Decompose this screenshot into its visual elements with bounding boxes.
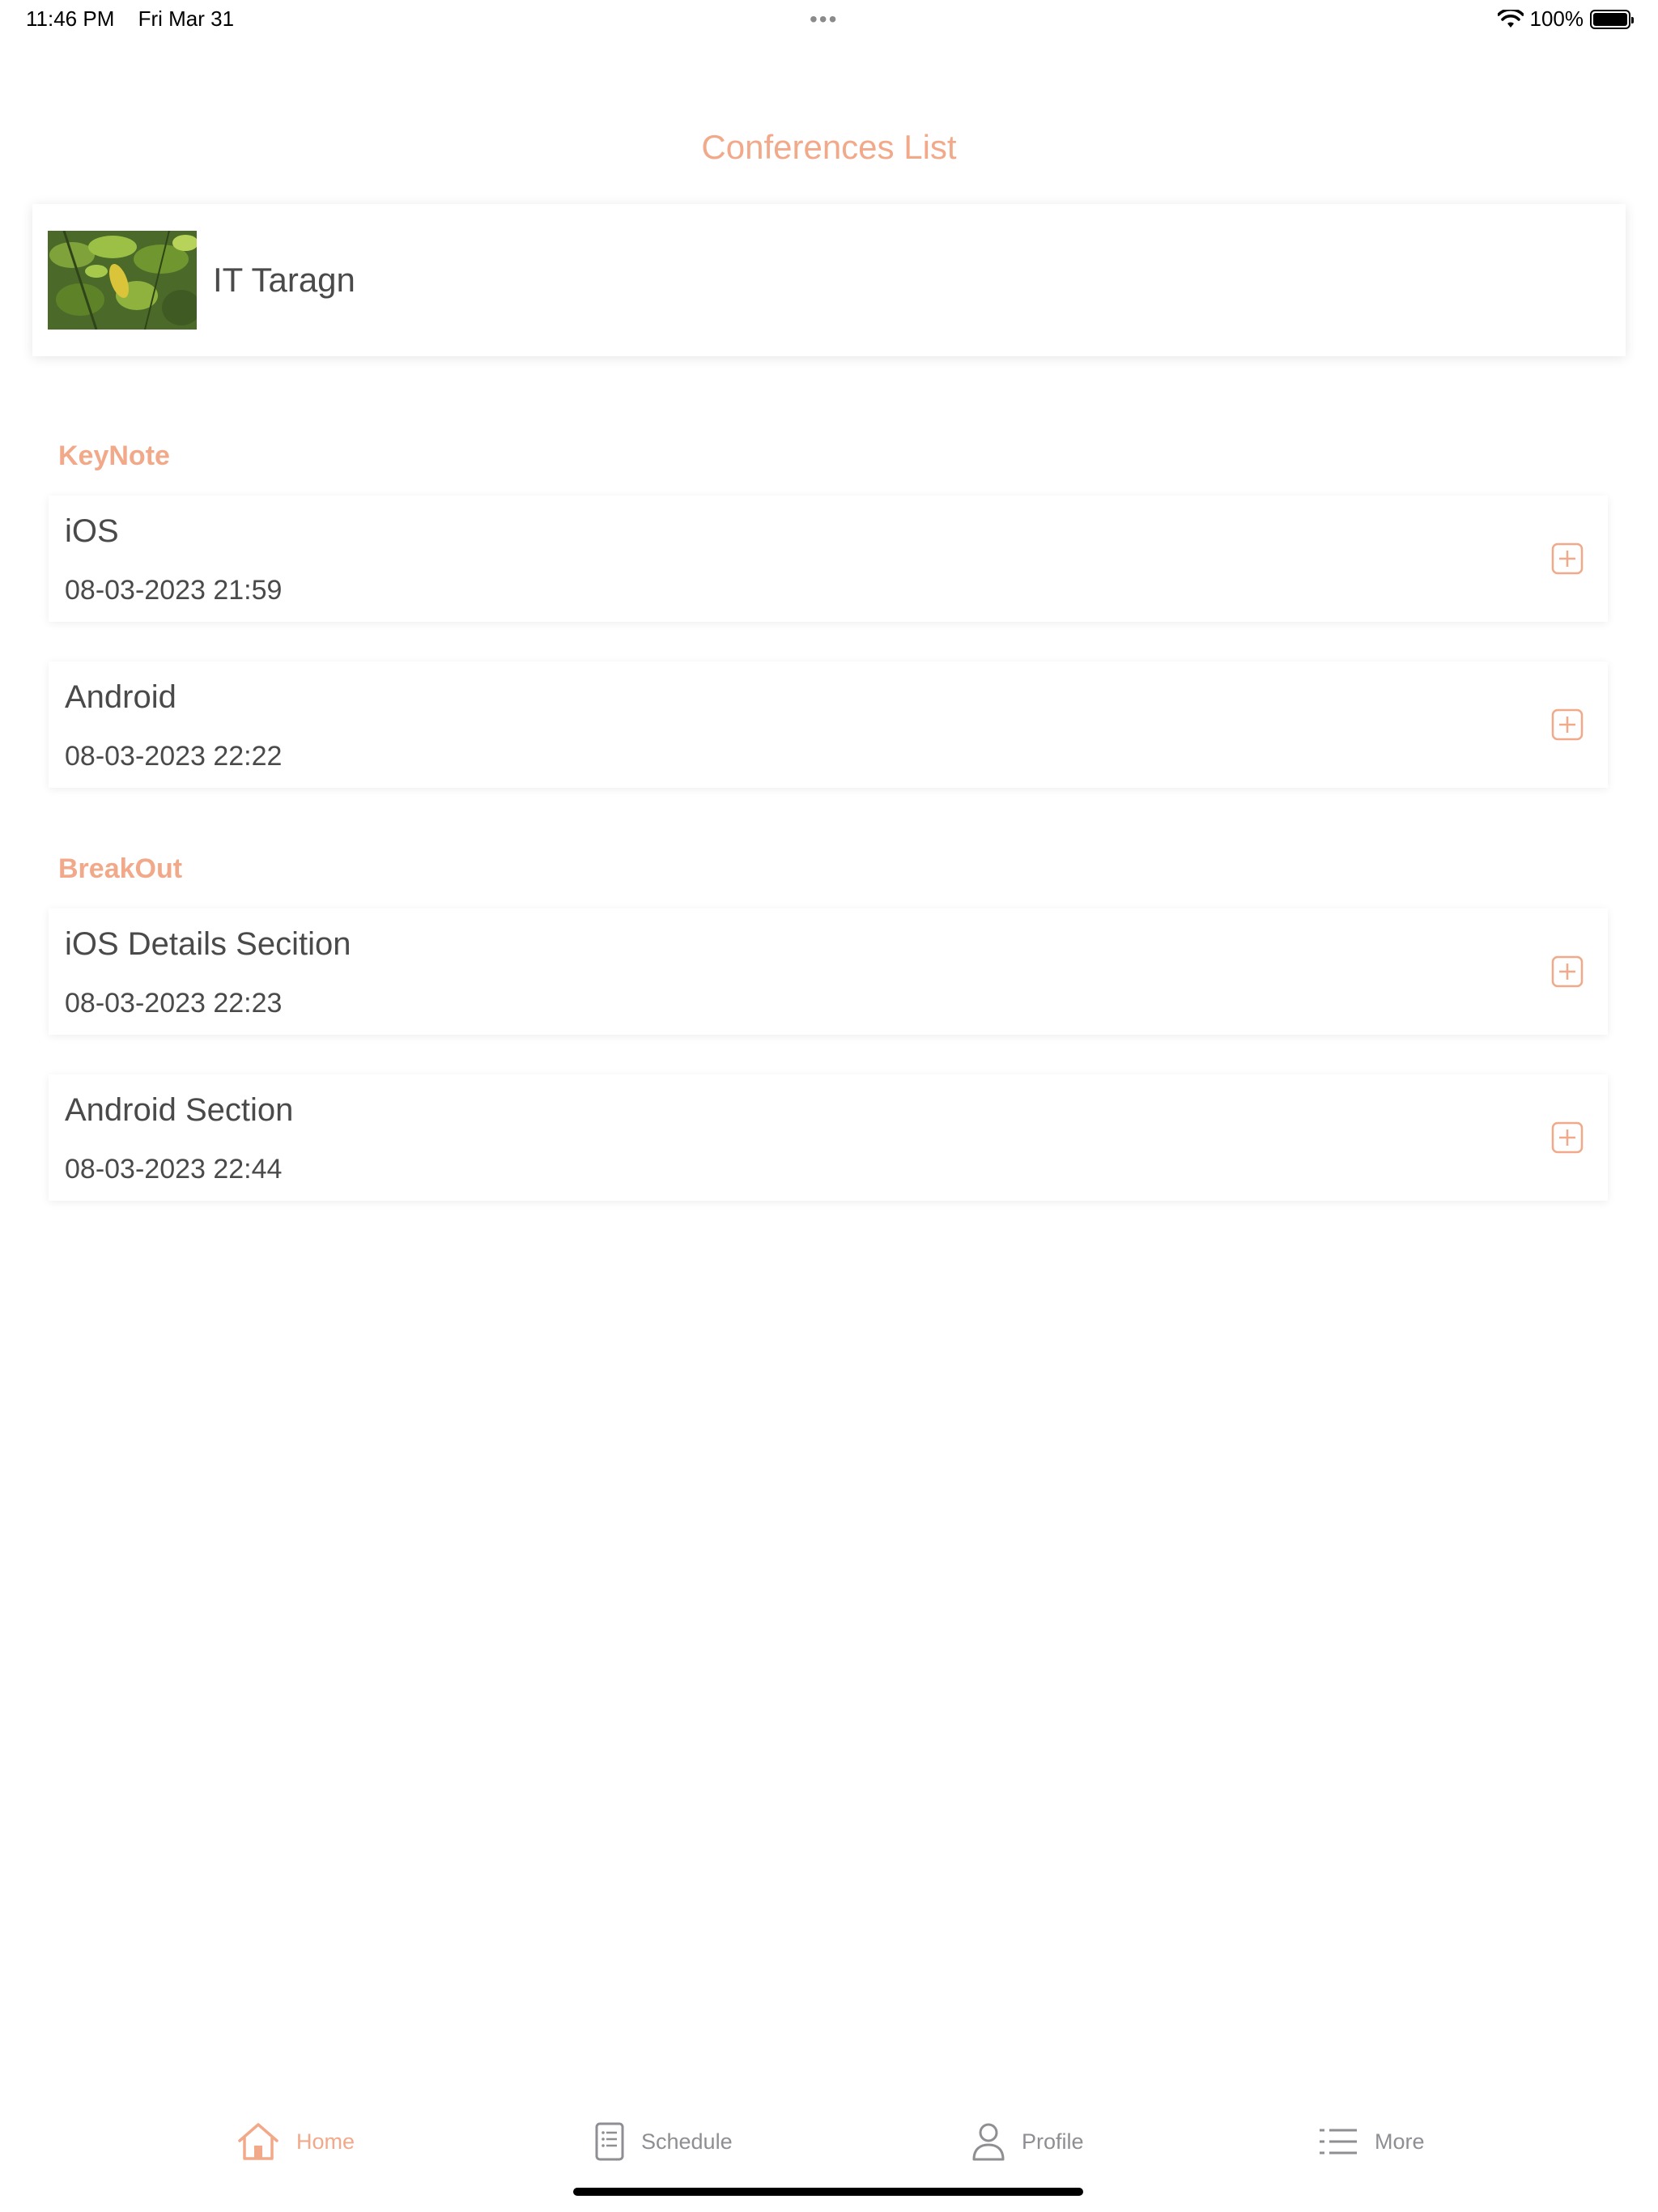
session-date: 08-03-2023 22:44 <box>65 1154 283 1185</box>
section-header-keynote: KeyNote <box>58 440 170 471</box>
session-card[interactable]: Android 08-03-2023 22:22 <box>49 661 1608 788</box>
tab-home[interactable]: Home <box>236 2113 355 2170</box>
session-title: Android <box>65 679 176 715</box>
conference-card[interactable]: IT Taragn <box>32 204 1626 356</box>
conference-name: IT Taragn <box>213 261 355 299</box>
status-indicators: 100% <box>1497 6 1634 32</box>
add-schedule-icon[interactable] <box>1551 1121 1584 1154</box>
session-date: 08-03-2023 21:59 <box>65 575 283 606</box>
tab-label: Profile <box>1022 2129 1084 2154</box>
schedule-icon <box>595 2122 624 2161</box>
home-indicator[interactable] <box>573 2188 1083 2196</box>
profile-icon <box>972 2123 1005 2161</box>
tab-label: Schedule <box>641 2129 733 2154</box>
add-schedule-icon[interactable] <box>1551 955 1584 988</box>
status-bar: 11:46 PM Fri Mar 31 ••• 100% <box>0 0 1658 39</box>
tab-schedule[interactable]: Schedule <box>594 2113 733 2170</box>
app-screen: 11:46 PM Fri Mar 31 ••• 100% Conferences… <box>0 0 1658 2212</box>
tab-label: Home <box>296 2129 355 2154</box>
section-header-breakout: BreakOut <box>58 853 183 884</box>
tab-profile[interactable]: Profile <box>971 2113 1084 2170</box>
add-schedule-icon[interactable] <box>1551 708 1584 741</box>
status-time-date: 11:46 PM Fri Mar 31 <box>26 6 252 32</box>
tab-more[interactable]: More <box>1318 2113 1425 2170</box>
battery-percent: 100% <box>1529 6 1584 31</box>
session-card[interactable]: Android Section 08-03-2023 22:44 <box>49 1074 1608 1201</box>
status-date: Fri Mar 31 <box>138 6 235 31</box>
session-title: iOS <box>65 513 119 549</box>
conference-thumbnail <box>48 231 197 330</box>
session-date: 08-03-2023 22:22 <box>65 741 283 772</box>
tab-bar: Home Schedule Profile More <box>0 2113 1658 2186</box>
session-card[interactable]: iOS Details Secition 08-03-2023 22:23 <box>49 908 1608 1035</box>
page-title: Conferences List <box>701 128 957 166</box>
status-time: 11:46 PM <box>26 6 115 31</box>
battery-icon <box>1590 9 1634 29</box>
add-schedule-icon[interactable] <box>1551 542 1584 575</box>
tab-label: More <box>1375 2129 1425 2154</box>
home-icon <box>238 2123 278 2160</box>
session-title: iOS Details Secition <box>65 926 351 962</box>
multitasking-dots[interactable]: ••• <box>810 6 838 32</box>
wifi-icon <box>1497 9 1524 28</box>
list-icon <box>1320 2129 1357 2155</box>
session-date: 08-03-2023 22:23 <box>65 988 283 1019</box>
session-card[interactable]: iOS 08-03-2023 21:59 <box>49 496 1608 622</box>
session-title: Android Section <box>65 1092 294 1128</box>
